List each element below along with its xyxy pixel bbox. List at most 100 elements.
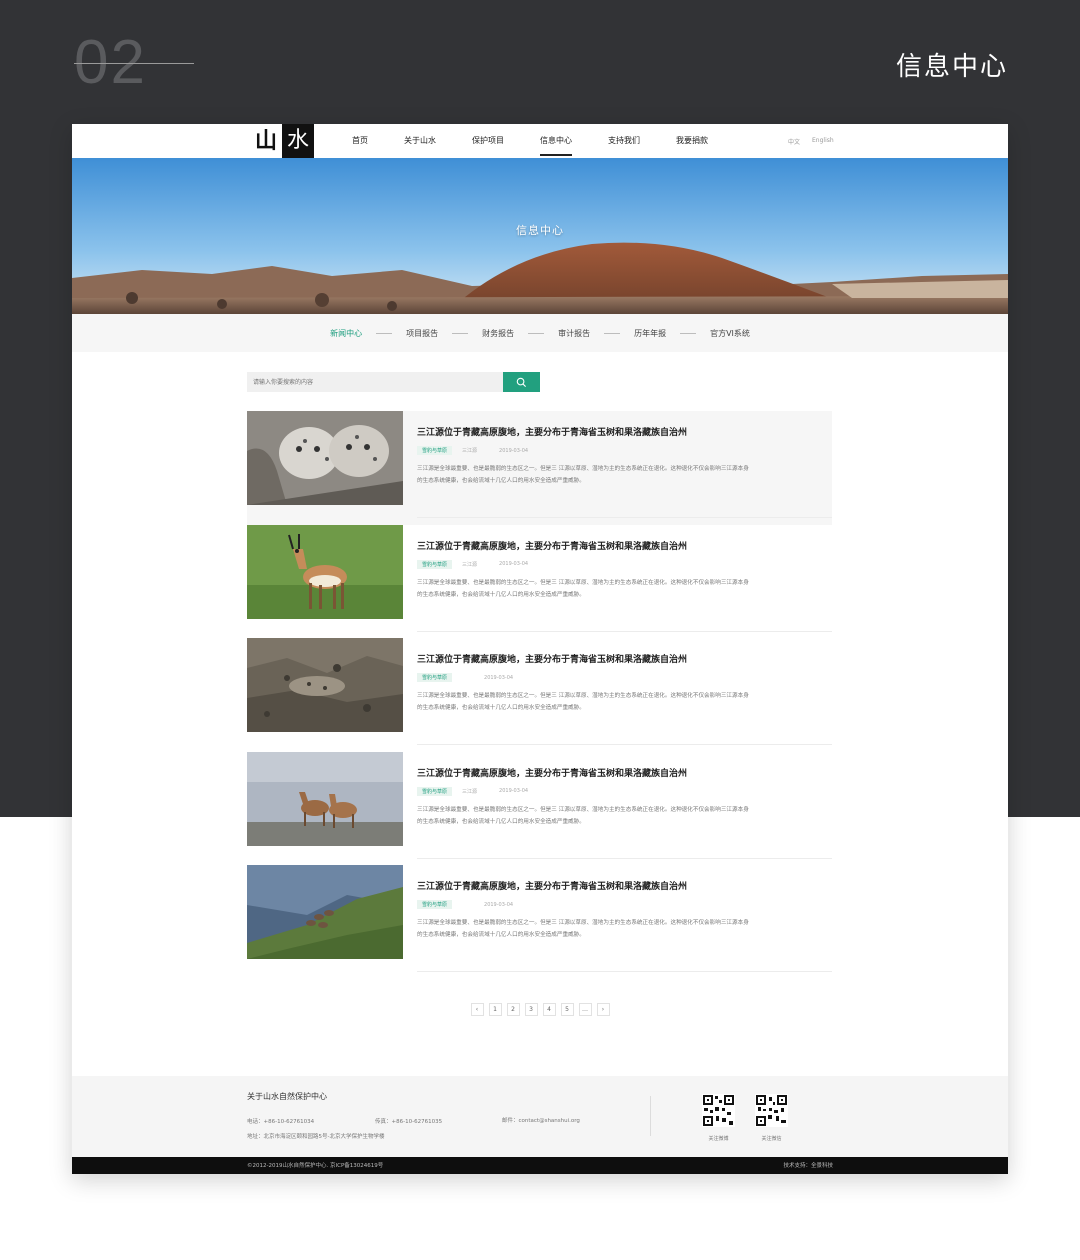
article-tag-secondary[interactable]: 三江源: [462, 788, 477, 795]
subnav-news[interactable]: 新闻中心: [330, 328, 362, 339]
qr-weibo[interactable]: 关注微博: [702, 1094, 735, 1142]
page-ellipsis: …: [578, 1003, 592, 1016]
article-excerpt: 三江源是全球最重要、也是最脆弱的生态区之一。但是三 江源以草原、湿地为主的生态系…: [417, 690, 827, 714]
antelope-image: [247, 524, 403, 619]
prev-page-button[interactable]: ‹: [470, 1003, 484, 1016]
article-title[interactable]: 三江源位于青藏高原腹地，主要分布于青海省玉树和果洛藏族自治州: [417, 425, 827, 438]
tech-support-text[interactable]: 技术支持：全景科技: [783, 1161, 833, 1169]
snow-leopard-cubs-image: [247, 411, 403, 505]
qr-code-icon: [702, 1094, 735, 1127]
article-title[interactable]: 三江源位于青藏高原腹地，主要分布于青海省玉树和果洛藏族自治州: [417, 652, 827, 665]
logo-char-left: 山: [250, 124, 282, 158]
article-title[interactable]: 三江源位于青藏高原腹地，主要分布于青海省玉树和果洛藏族自治州: [417, 879, 827, 892]
article-tag[interactable]: 雪豹与草原: [417, 559, 453, 569]
page-button-3[interactable]: 3: [524, 1003, 538, 1016]
excerpt-line: 三江源是全球最重要、也是最脆弱的生态区之一。但是三 江源以草原、湿地为主的生态系…: [417, 806, 749, 813]
article-body: 三江源位于青藏高原腹地，主要分布于青海省玉树和果洛藏族自治州 雪豹与草原 三江源…: [417, 766, 827, 828]
article-body: 三江源位于青藏高原腹地，主要分布于青海省玉树和果洛藏族自治州 雪豹与草原 三江源…: [417, 425, 827, 487]
search-button[interactable]: [503, 372, 540, 392]
article-excerpt: 三江源是全球最重要、也是最脆弱的生态区之一。但是三 江源以草原、湿地为主的生态系…: [417, 463, 827, 487]
top-nav: 山 水 首页 关于山水 保护项目 信息中心 支持我们 我要捐款 中文 Engli…: [72, 124, 1008, 158]
article-date: 2019-03-04: [484, 674, 514, 681]
item-divider: [417, 857, 832, 859]
article-meta: 雪豹与草原 三江源 2019-03-04: [417, 559, 827, 569]
lang-chinese[interactable]: 中文: [788, 137, 800, 146]
article-meta: 雪豹与草原 2019-03-04: [417, 900, 827, 909]
page-button-5[interactable]: 5: [560, 1003, 574, 1016]
excerpt-line: 的生态系统健康，也会给流域十几亿人口的用水安全造成严重威胁。: [417, 478, 585, 484]
excerpt-line: 三江源是全球最重要、也是最脆弱的生态区之一。但是三 江源以草原、湿地为主的生态系…: [417, 579, 749, 586]
article-tag[interactable]: 雪豹与草原: [417, 900, 453, 909]
copyright-text: ©2012-2019山水自然保护中心. 京ICP备13024619号: [247, 1163, 384, 1169]
page-button-1[interactable]: 1: [488, 1003, 502, 1016]
snow-leopard-rocks-image: [247, 638, 403, 732]
subnav-financial-reports[interactable]: 财务报告: [482, 328, 514, 339]
list-item[interactable]: 三江源位于青藏高原腹地，主要分布于青海省玉树和果洛藏族自治州 雪豹与草原 三江源…: [247, 524, 832, 639]
nav-item-info-center[interactable]: 信息中心: [540, 124, 572, 158]
article-body: 三江源位于青藏高原腹地，主要分布于青海省玉树和果洛藏族自治州 雪豹与草原 201…: [417, 652, 827, 714]
excerpt-line: 三江源是全球最重要、也是最脆弱的生态区之一。但是三 江源以草原、湿地为主的生态系…: [417, 920, 749, 926]
excerpt-line: 三江源是全球最重要、也是最脆弱的生态区之一。但是三 江源以草原、湿地为主的生态系…: [417, 466, 749, 472]
lang-english[interactable]: English: [812, 137, 834, 146]
page-button-4[interactable]: 4: [542, 1003, 556, 1016]
article-date: 2019-03-04: [484, 901, 514, 908]
section-number-line: [74, 63, 194, 64]
hero-banner: 信息中心: [72, 158, 1008, 314]
article-tag[interactable]: 雪豹与草原: [417, 786, 453, 796]
article-tag[interactable]: 雪豹与草原: [417, 673, 453, 682]
article-body: 三江源位于青藏高原腹地，主要分布于青海省玉树和果洛藏族自治州 雪豹与草原 三江源…: [417, 539, 827, 601]
subnav-separator: [376, 332, 393, 334]
page-button-2[interactable]: 2: [506, 1003, 520, 1016]
nav-item-about[interactable]: 关于山水: [404, 124, 436, 158]
nav-item-support[interactable]: 支持我们: [608, 124, 640, 158]
next-page-button[interactable]: ›: [596, 1003, 610, 1016]
list-item[interactable]: 三江源位于青藏高原腹地，主要分布于青海省玉树和果洛藏族自治州 雪豹与草原 201…: [247, 638, 832, 752]
website-mockup: 山 水 首页 关于山水 保护项目 信息中心 支持我们 我要捐款 中文 Engli…: [72, 124, 1008, 1174]
list-item[interactable]: 三江源位于青藏高原腹地，主要分布于青海省玉树和果洛藏族自治州 雪豹与草原 三江源…: [247, 751, 832, 866]
section-title: 信息中心: [895, 52, 1008, 82]
article-date: 2019-03-04: [499, 447, 529, 454]
qr-code-icon: [755, 1094, 788, 1127]
nav-item-home[interactable]: 首页: [352, 124, 368, 158]
subnav-vi-system[interactable]: 官方VI系统: [710, 328, 750, 339]
subnav-project-reports[interactable]: 项目报告: [406, 328, 438, 339]
article-excerpt: 三江源是全球最重要、也是最脆弱的生态区之一。但是三 江源以草原、湿地为主的生态系…: [417, 917, 827, 941]
qr-wechat-caption: 关注微信: [761, 1136, 782, 1142]
site-logo[interactable]: 山 水: [250, 124, 314, 158]
article-tag[interactable]: 雪豹与草原: [417, 446, 453, 455]
item-divider: [417, 630, 832, 632]
footer-divider: [650, 1096, 651, 1136]
qr-wechat[interactable]: 关注微信: [755, 1094, 788, 1142]
nav-menu: 首页 关于山水 保护项目 信息中心 支持我们 我要捐款: [352, 124, 744, 158]
subnav-separator: [604, 332, 621, 334]
language-switch: 中文 English: [788, 137, 834, 146]
article-excerpt: 三江源是全球最重要、也是最脆弱的生态区之一。但是三 江源以草原、湿地为主的生态系…: [417, 804, 827, 828]
subnav-annual-reports[interactable]: 历年年报: [634, 328, 666, 339]
article-tag-secondary[interactable]: 三江源: [462, 561, 477, 568]
subnav-audit-reports[interactable]: 审计报告: [558, 328, 590, 339]
excerpt-line: 的生态系统健康，也会给流域十几亿人口的用水安全造成严重威胁。: [417, 591, 585, 598]
list-item[interactable]: 三江源位于青藏高原腹地，主要分布于青海省玉树和果洛藏族自治州 雪豹与草原 三江源…: [247, 411, 832, 525]
search-input[interactable]: [247, 372, 503, 392]
article-title[interactable]: 三江源位于青藏高原腹地，主要分布于青海省玉树和果洛藏族自治州: [417, 766, 827, 779]
article-thumbnail[interactable]: [247, 411, 403, 505]
item-divider: [417, 744, 832, 745]
article-body: 三江源位于青藏高原腹地，主要分布于青海省玉树和果洛藏族自治州 雪豹与草原 201…: [417, 879, 827, 941]
search-bar: [247, 372, 540, 392]
article-tag-secondary[interactable]: 三江源: [462, 447, 477, 454]
excerpt-line: 的生态系统健康，也会给流域十几亿人口的用水安全造成严重威胁。: [417, 705, 585, 711]
article-thumbnail[interactable]: [247, 524, 403, 619]
article-thumbnail[interactable]: [247, 638, 403, 732]
sub-nav: 新闻中心 项目报告 财务报告 审计报告 历年年报 官方VI系统: [72, 314, 1008, 352]
list-item[interactable]: 三江源位于青藏高原腹地，主要分布于青海省玉树和果洛藏族自治州 雪豹与草原 201…: [247, 865, 832, 979]
article-thumbnail[interactable]: [247, 751, 403, 846]
subnav-separator: [452, 332, 469, 334]
nav-item-projects[interactable]: 保护项目: [472, 124, 504, 158]
article-thumbnail[interactable]: [247, 865, 403, 959]
logo-char-right: 水: [282, 124, 314, 158]
article-meta: 雪豹与草原 2019-03-04: [417, 673, 827, 682]
article-title[interactable]: 三江源位于青藏高原腹地，主要分布于青海省玉树和果洛藏族自治州: [417, 539, 827, 552]
footer-email[interactable]: 邮件：contact@shanshui.org: [502, 1116, 580, 1124]
excerpt-line: 的生态系统健康，也会给流域十几亿人口的用水安全造成严重威胁。: [417, 932, 585, 938]
nav-item-donate[interactable]: 我要捐款: [676, 124, 708, 158]
